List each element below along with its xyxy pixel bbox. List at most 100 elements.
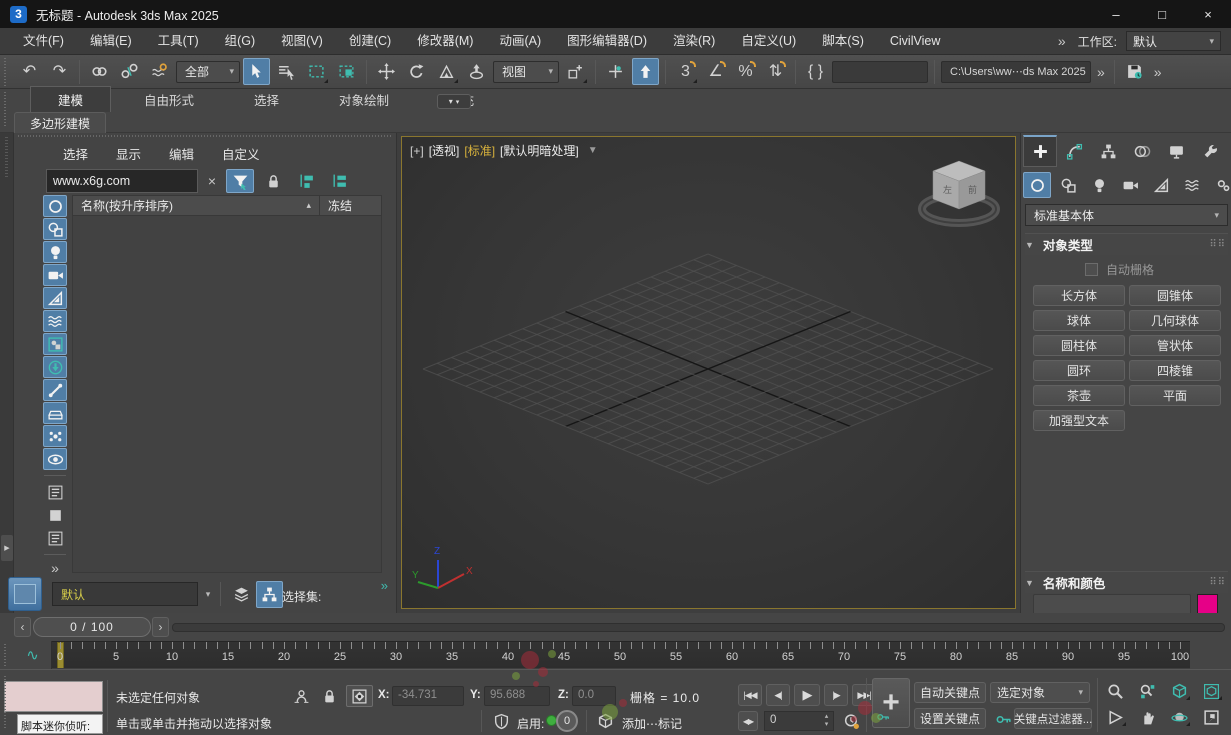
display-helpers-toggle[interactable] [43,287,67,309]
plane-button[interactable]: 平面 [1129,385,1221,406]
ribbon-subtab-polygon-modeling[interactable]: 多边形建模 [14,112,107,133]
viewport-shading-menu[interactable]: [默认明暗处理] [500,142,579,159]
explorer-strip-overflow[interactable]: » [48,560,62,576]
zoom-all-button[interactable] [1134,680,1160,702]
ribbon-tab-modeling[interactable]: 建模 [30,86,112,112]
menu-animation[interactable]: 动画(A) [486,28,554,54]
ribbon-tab-selection[interactable]: 选择 [227,87,306,112]
ribbon-config-dropdown[interactable]: ▾ ▾ [437,94,471,109]
display-lights-toggle[interactable] [43,241,67,263]
absolute-mode-toggle[interactable] [346,685,373,707]
snaps-toggle-3d[interactable]: 3 [672,58,699,85]
spinner-snap-toggle[interactable]: ⇅ [762,58,789,85]
redo-button[interactable]: ↷ [46,58,73,85]
explorer-filter-button[interactable] [226,169,254,193]
key-mode-toggle[interactable]: ◀▶ [738,711,758,731]
viewport-standard-menu[interactable]: [标准] [464,142,495,159]
select-object-button[interactable] [243,58,270,85]
name-color-rollout-header[interactable]: ▼ 名称和颜色 ⠿⠿ [1025,571,1228,593]
time-slider-track[interactable] [172,623,1225,632]
per-view-filter-icon[interactable]: ▼ [588,145,598,156]
ribbon-drag-grip[interactable] [4,92,8,128]
field-of-view-button[interactable] [1102,706,1128,728]
maxscript-mini-listener-input[interactable]: 脚本迷你侦听: [17,714,103,734]
explorer-blank-button[interactable] [43,504,67,526]
display-hidden-toggle[interactable] [43,448,67,470]
explorer-detail-view-button[interactable] [43,527,67,549]
explorer-object-list[interactable] [72,216,382,573]
maximize-viewport-toggle[interactable] [1198,706,1224,728]
active-layer-dropdown[interactable]: 默认 [52,582,198,606]
add-time-tag-button[interactable]: 添加⋯标记 [622,715,682,732]
pyramid-button[interactable]: 四棱锥 [1129,360,1221,381]
display-containers-toggle[interactable] [43,356,67,378]
toolbar-overflow-chevron-2[interactable]: » [1151,64,1165,80]
zoom-extents-all-button[interactable] [1198,680,1224,702]
explorer-bottom-overflow[interactable]: » [381,578,388,593]
cylinder-button[interactable]: 圆柱体 [1033,335,1125,356]
named-selection-sets-field[interactable] [832,60,928,83]
previous-frame-button[interactable]: ◀| [766,684,790,706]
frame-spinner-arrows[interactable]: ▴ ▾ [820,711,833,731]
play-button[interactable]: ▶ [794,684,820,706]
menu-modifiers[interactable]: 修改器(M) [404,28,486,54]
selection-lock-toggle[interactable] [316,685,343,707]
zero-badge-icon[interactable]: 0 [556,710,578,732]
tab-create[interactable] [1023,135,1057,167]
project-folder-dropdown[interactable]: C:\Users\ww⋯ds Max 2025▾ [941,60,1091,83]
new-layer-button[interactable] [8,577,42,611]
ribbon-tab-freeform[interactable]: 自由形式 [117,87,221,112]
tube-button[interactable]: 管状体 [1129,335,1221,356]
explorer-search-input[interactable] [46,169,198,193]
select-and-rotate-button[interactable] [403,58,430,85]
angle-snap-toggle[interactable]: ∠ [702,58,729,85]
reference-coordinate-dropdown[interactable]: 视图 ▾ [493,60,559,83]
select-and-place-button[interactable] [463,58,490,85]
display-spacewarps-toggle[interactable] [43,310,67,332]
unlink-selection-button[interactable] [116,58,143,85]
pan-button[interactable] [1134,706,1160,728]
show-layers-button[interactable] [228,581,255,608]
explorer-menu-customize[interactable]: 自定义 [213,142,269,165]
rectangular-selection-region-button[interactable] [303,58,330,85]
create-shapes-button[interactable] [1054,172,1082,198]
sphere-button[interactable]: 球体 [1033,310,1125,331]
go-to-start-button[interactable]: |◀◀ [738,684,762,706]
view-cube[interactable]: 左 前 [917,153,1001,233]
tab-motion[interactable] [1125,135,1159,167]
tab-modify[interactable] [1057,135,1091,167]
maxscript-mini-listener-output[interactable] [4,681,103,712]
display-xrefs-toggle[interactable] [43,333,67,355]
selection-filter-dropdown[interactable]: 全部 ▾ [176,60,240,83]
menu-graph-editors[interactable]: 图形编辑器(D) [554,28,660,54]
display-particles-toggle[interactable] [43,425,67,447]
collapse-tree-button[interactable] [325,169,353,193]
mini-curve-editor-button[interactable]: ∿ [14,641,52,669]
key-selection-dropdown[interactable]: 选定对象 ▾ [990,682,1090,703]
tab-utilities[interactable] [1193,135,1227,167]
display-cameras-toggle[interactable] [43,264,67,286]
menu-overflow-chevron[interactable]: » [1055,33,1069,49]
toolbar-drag-grip[interactable] [4,58,8,86]
next-frame-button[interactable]: |▶ [824,684,848,706]
set-key-toggle[interactable]: 设置关键点 [914,708,986,729]
text-plus-button[interactable]: 加强型文本 [1033,410,1125,431]
menu-civilview[interactable]: CivilView [877,28,953,54]
freeze-column-header[interactable]: 冻结 [320,195,382,216]
edit-named-selection-sets-button[interactable]: { } [802,58,829,85]
isolate-selection-toggle[interactable] [288,685,315,707]
minimize-button[interactable]: – [1093,0,1139,28]
explorer-list-view-button[interactable] [43,481,67,503]
explorer-drag-grip[interactable] [18,135,392,139]
display-shapes-toggle[interactable] [43,218,67,240]
cone-button[interactable]: 圆锥体 [1129,285,1221,306]
tab-hierarchy[interactable] [1091,135,1125,167]
ribbon-tab-object-paint[interactable]: 对象绘制 [312,87,416,112]
menu-customize[interactable]: 自定义(U) [728,28,809,54]
percent-snap-toggle[interactable]: % [732,58,759,85]
menu-tools[interactable]: 工具(T) [145,28,212,54]
track-bar-ruler[interactable]: 0 5 10 15 20 25 30 35 40 45 50 55 60 65 70 75 80 85 90 95 10… [52,641,1190,669]
z-coordinate-field[interactable]: 0.0 [572,686,616,706]
previous-frame-arrow[interactable]: ‹ [14,617,31,637]
box-button[interactable]: 长方体 [1033,285,1125,306]
